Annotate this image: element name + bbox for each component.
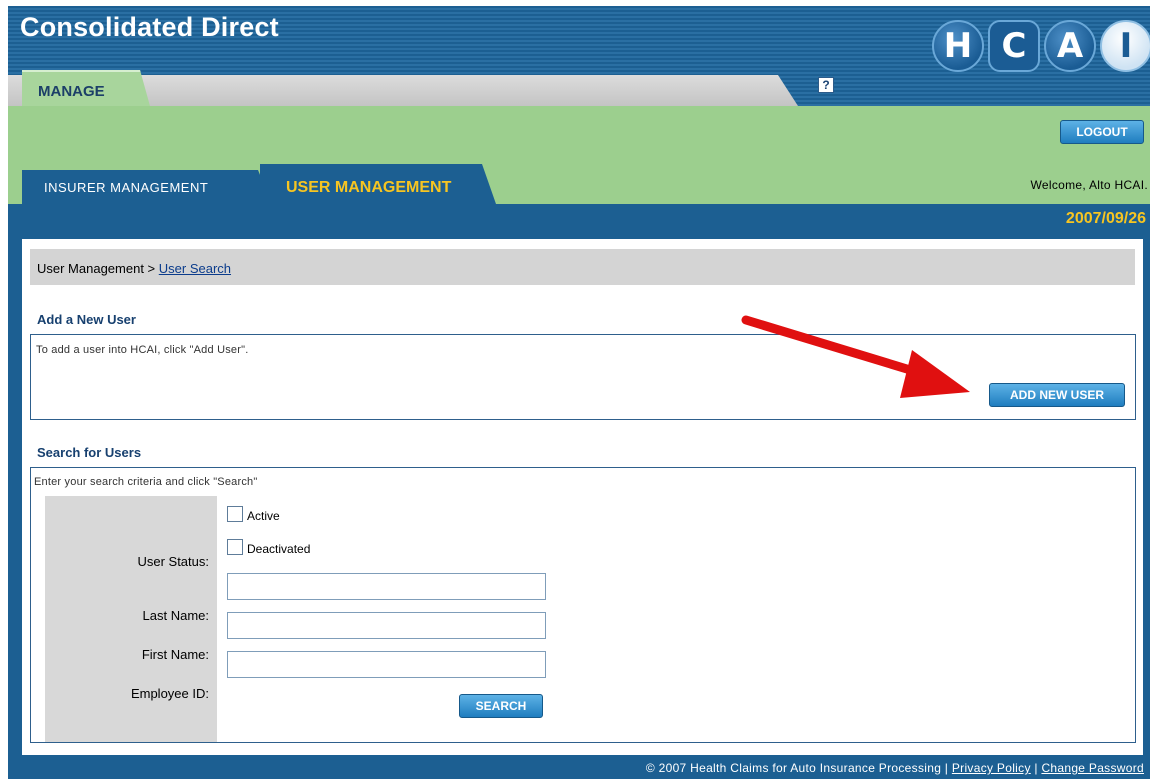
add-user-description: To add a user into HCAI, click "Add User… (36, 344, 249, 356)
content-panel: User Management > User Search Add a New … (22, 239, 1143, 755)
arrow-head (900, 350, 970, 398)
last-name-label: Last Name: (142, 608, 209, 623)
tab-insurer-management[interactable]: INSURER MANAGEMENT (22, 170, 272, 204)
add-user-section-title: Add a New User (37, 312, 136, 327)
search-section: Enter your search criteria and click "Se… (30, 467, 1136, 743)
hcai-logo: H C A I (932, 20, 1150, 76)
breadcrumb-link-user-search[interactable]: User Search (159, 261, 231, 276)
current-date: 2007/09/26 (1065, 210, 1146, 227)
tab-manage[interactable]: MANAGE (22, 70, 150, 106)
add-new-user-button[interactable]: ADD NEW USER (989, 383, 1125, 407)
search-section-title: Search for Users (37, 445, 142, 460)
logo-letter-a: A (1044, 20, 1096, 72)
nav-band: LOGOUT INSURER MANAGEMENT USER MANAGEMEN… (8, 106, 1150, 204)
status-active-option: Active (227, 506, 280, 523)
welcome-message: Welcome, Alto HCAI. (1030, 178, 1148, 192)
labels-column: User Status: Last Name: First Name: Empl… (45, 496, 217, 742)
logout-button[interactable]: LOGOUT (1060, 120, 1144, 144)
first-name-label: First Name: (141, 647, 209, 662)
logo-letter-h: H (932, 20, 984, 72)
user-status-label: User Status: (137, 554, 209, 569)
tab-user-management[interactable]: USER MANAGEMENT (260, 164, 496, 204)
privacy-policy-link[interactable]: Privacy Policy (952, 761, 1031, 775)
red-arrow-icon (741, 315, 970, 398)
search-description: Enter your search criteria and click "Se… (34, 476, 258, 488)
first-name-input[interactable] (227, 612, 546, 639)
last-name-input[interactable] (227, 573, 546, 600)
employee-id-label: Employee ID: (130, 686, 209, 701)
logo-letter-i: I (1100, 20, 1150, 72)
app-header: Consolidated Direct MANAGE ? H C A I (8, 6, 1150, 106)
logo-letter-c: C (988, 20, 1040, 72)
search-button[interactable]: SEARCH (459, 694, 543, 718)
app-window: Consolidated Direct MANAGE ? H C A I LOG… (8, 6, 1150, 779)
deactivated-checkbox[interactable] (227, 539, 243, 555)
breadcrumb-root: User Management > (37, 261, 159, 276)
change-password-link[interactable]: Change Password (1041, 761, 1144, 775)
main-area: 2007/09/26 User Management > User Search… (8, 204, 1150, 779)
deactivated-checkbox-label: Deactivated (247, 542, 311, 556)
help-icon[interactable]: ? (818, 77, 834, 93)
status-deactivated-option: Deactivated (227, 539, 311, 556)
footer-copyright: © 2007 Health Claims for Auto Insurance … (645, 761, 952, 775)
arrow-shaft (741, 315, 935, 381)
active-checkbox-label: Active (247, 509, 280, 523)
active-checkbox[interactable] (227, 506, 243, 522)
employee-id-input[interactable] (227, 651, 546, 678)
footer: © 2007 Health Claims for Auto Insurance … (646, 761, 1144, 775)
footer-separator: | (1030, 761, 1042, 775)
app-title: Consolidated Direct (20, 12, 279, 42)
breadcrumb: User Management > User Search (30, 249, 1135, 285)
